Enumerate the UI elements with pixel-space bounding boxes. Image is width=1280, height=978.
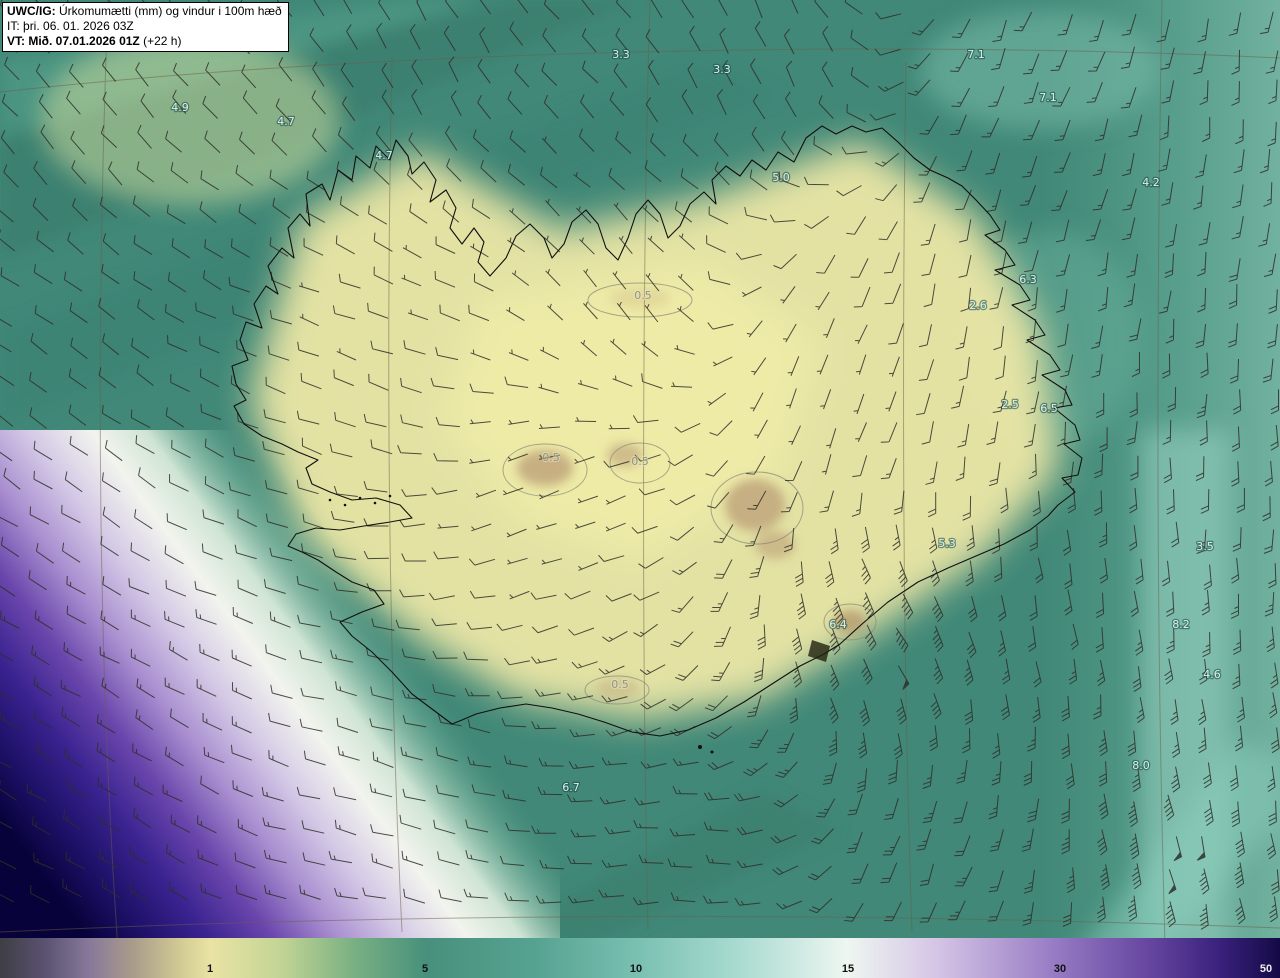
colorbar-tick-label: 10 — [629, 963, 643, 975]
precip-corner-gradient — [0, 430, 560, 978]
valid-offset: (+22 h) — [143, 34, 182, 48]
value-label: 3.3 — [713, 63, 731, 76]
colorbar-ticks: 1 5 10 15 30 50 — [0, 938, 1280, 978]
value-label: 5.0 — [772, 171, 790, 184]
value-label: 2.6 — [969, 299, 987, 312]
colorbar-tick-label: 30 — [1053, 963, 1067, 975]
value-label: 3.5 — [1196, 540, 1214, 553]
map-title-line: UWC/IG: Úrkomumætti (mm) og vindur i 100… — [7, 4, 282, 19]
value-label: 7.1 — [1039, 91, 1057, 104]
model-label: UWC/IG: — [7, 4, 56, 18]
field-title: Úrkomumætti (mm) og vindur i 100m hæð — [59, 4, 282, 18]
value-label: 6.5 — [1040, 402, 1058, 415]
colorbar-tick-label: 1 — [206, 963, 214, 975]
precip-colorbar: 1 5 10 15 30 50 — [0, 938, 1280, 978]
init-time: þri. 06. 01. 2026 03Z — [23, 19, 134, 33]
valid-label: VT: — [7, 34, 25, 48]
colorbar-tick-label: 15 — [841, 963, 855, 975]
colorbar-tick-label: 50 — [1259, 963, 1273, 975]
title-box: UWC/IG: Úrkomumætti (mm) og vindur i 100… — [2, 2, 289, 52]
value-label: 7.1 — [967, 48, 985, 61]
value-label: 6.7 — [562, 781, 580, 794]
init-time-line: IT: þri. 06. 01. 2026 03Z — [7, 19, 282, 34]
value-label: 6.4 — [829, 618, 847, 631]
value-label: 3.3 — [612, 48, 630, 61]
init-label: IT: — [7, 19, 20, 33]
value-label: 4.7 — [277, 115, 295, 128]
valid-time-line: VT: Mið. 07.01.2026 01Z (+22 h) — [7, 34, 282, 49]
weather-map: 4.9 4.7 4.7 3.3 3.3 7.1 7.1 5.0 4.2 6.3 2.6 0.5 2.5 6… — [0, 0, 1280, 978]
valid-time: Mið. 07.01.2026 01Z — [28, 34, 140, 48]
value-label: 4.9 — [171, 101, 189, 114]
value-label: 0.5 — [634, 289, 652, 302]
value-label: 5.3 — [938, 537, 956, 550]
value-label: 0.5 — [611, 678, 629, 691]
value-label: 0.5 — [542, 451, 560, 464]
value-label: 8.0 — [1132, 759, 1150, 772]
value-label: 2.5 — [1001, 398, 1019, 411]
value-label: 8.2 — [1172, 618, 1190, 631]
value-label: 4.6 — [1203, 668, 1221, 681]
value-label: 4.7 — [375, 149, 393, 162]
value-label: 0.5 — [631, 455, 649, 468]
colorbar-tick-label: 5 — [421, 963, 429, 975]
value-label: 4.2 — [1142, 176, 1160, 189]
value-label: 6.3 — [1019, 273, 1037, 286]
